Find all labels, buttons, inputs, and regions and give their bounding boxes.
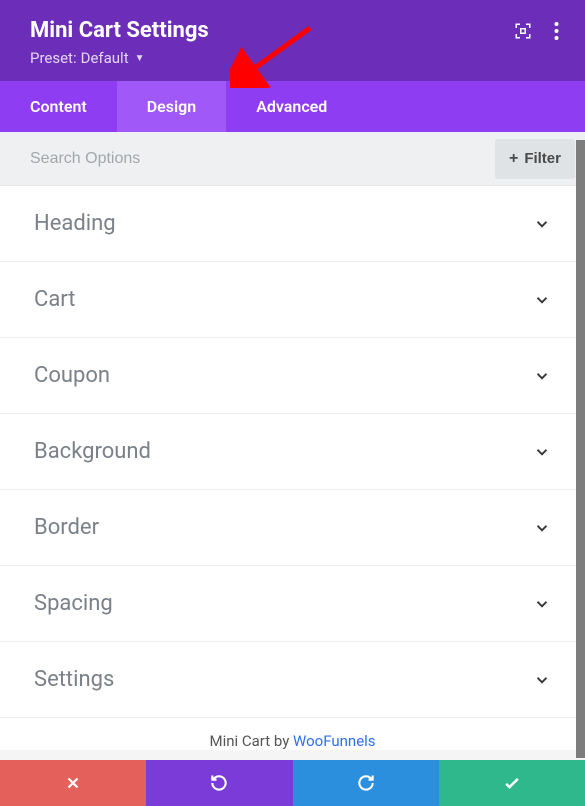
filter-label: Filter [524, 150, 561, 167]
action-bar [0, 760, 585, 806]
tab-bar: Content Design Advanced [0, 81, 585, 132]
search-input[interactable] [30, 132, 495, 185]
chevron-down-icon [533, 671, 551, 689]
chevron-down-icon [533, 367, 551, 385]
section-label: Settings [34, 667, 114, 692]
section-background[interactable]: Background [0, 414, 585, 490]
redo-button[interactable] [293, 760, 439, 806]
more-menu-icon[interactable] [554, 22, 559, 40]
section-label: Cart [34, 287, 75, 312]
section-settings[interactable]: Settings [0, 642, 585, 718]
filter-button[interactable]: + Filter [495, 139, 575, 179]
chevron-down-icon [533, 215, 551, 233]
tab-advanced[interactable]: Advanced [226, 81, 357, 132]
page-title: Mini Cart Settings [30, 18, 555, 43]
section-cart[interactable]: Cart [0, 262, 585, 338]
credit-link[interactable]: WooFunnels [293, 732, 376, 750]
close-button[interactable] [0, 760, 146, 806]
sections-list: Heading Cart Coupon Background Border Sp… [0, 186, 585, 718]
settings-header: Mini Cart Settings Preset: Default ▼ [0, 0, 585, 81]
tab-content[interactable]: Content [0, 81, 117, 132]
caret-down-icon: ▼ [135, 53, 145, 64]
section-border[interactable]: Border [0, 490, 585, 566]
section-label: Background [34, 439, 151, 464]
preset-selector[interactable]: Preset: Default ▼ [30, 49, 555, 67]
chevron-down-icon [533, 443, 551, 461]
chevron-down-icon [533, 291, 551, 309]
expand-icon[interactable] [514, 22, 532, 40]
plus-icon: + [509, 150, 518, 168]
tab-design[interactable]: Design [117, 81, 226, 132]
search-row: + Filter [0, 132, 585, 186]
section-spacing[interactable]: Spacing [0, 566, 585, 642]
chevron-down-icon [533, 595, 551, 613]
preset-label: Preset: [30, 49, 77, 67]
section-label: Border [34, 515, 99, 540]
section-label: Spacing [34, 591, 113, 616]
footer-credit: Mini Cart by WooFunnels [0, 718, 585, 750]
section-label: Heading [34, 211, 116, 236]
undo-button[interactable] [146, 760, 292, 806]
credit-prefix: Mini Cart by [209, 732, 293, 750]
scrollbar-track[interactable] [576, 140, 585, 758]
save-button[interactable] [439, 760, 585, 806]
section-label: Coupon [34, 363, 110, 388]
section-coupon[interactable]: Coupon [0, 338, 585, 414]
chevron-down-icon [533, 519, 551, 537]
header-icons [514, 22, 559, 40]
section-heading[interactable]: Heading [0, 186, 585, 262]
preset-value: Default [81, 49, 129, 67]
